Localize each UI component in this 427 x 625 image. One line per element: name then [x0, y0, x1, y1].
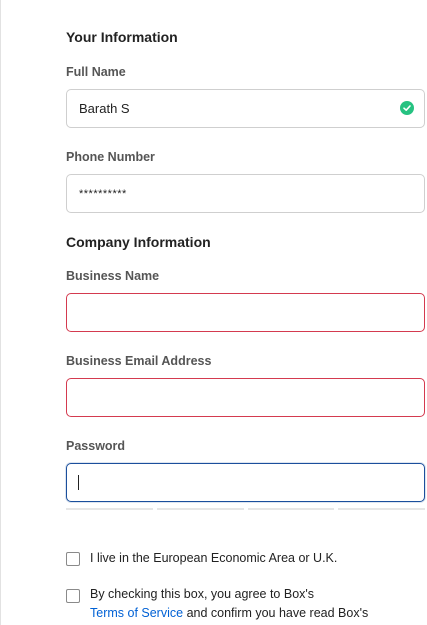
text-cursor	[78, 475, 79, 490]
your-information-heading: Your Information	[66, 29, 178, 45]
phone-number-input[interactable]	[66, 174, 425, 213]
terms-suffix-text: and confirm you have read Box's	[183, 606, 369, 620]
terms-checkbox-label: By checking this box, you agree to Box's…	[90, 585, 420, 623]
strength-segment	[338, 508, 425, 510]
phone-number-label: Phone Number	[66, 150, 155, 164]
terms-prefix-text: By checking this box, you agree to Box's	[90, 587, 315, 601]
password-input[interactable]	[66, 463, 425, 502]
check-circle-icon	[400, 101, 414, 115]
panel-divider	[0, 0, 1, 625]
terms-of-service-link[interactable]: Terms of Service	[90, 606, 183, 620]
full-name-input[interactable]	[66, 89, 425, 128]
password-strength-meter	[66, 508, 425, 510]
eea-checkbox-label: I live in the European Economic Area or …	[90, 551, 338, 565]
strength-segment	[66, 508, 153, 510]
eea-checkbox[interactable]	[66, 552, 80, 566]
business-email-input[interactable]	[66, 378, 425, 417]
business-email-label: Business Email Address	[66, 354, 212, 368]
business-name-input[interactable]	[66, 293, 425, 332]
strength-segment	[247, 508, 335, 510]
full-name-label: Full Name	[66, 65, 126, 79]
password-label: Password	[66, 439, 126, 453]
business-name-label: Business Name	[66, 269, 160, 283]
terms-checkbox[interactable]	[66, 589, 80, 603]
company-information-heading: Company Information	[66, 234, 211, 250]
strength-segment	[156, 508, 244, 510]
